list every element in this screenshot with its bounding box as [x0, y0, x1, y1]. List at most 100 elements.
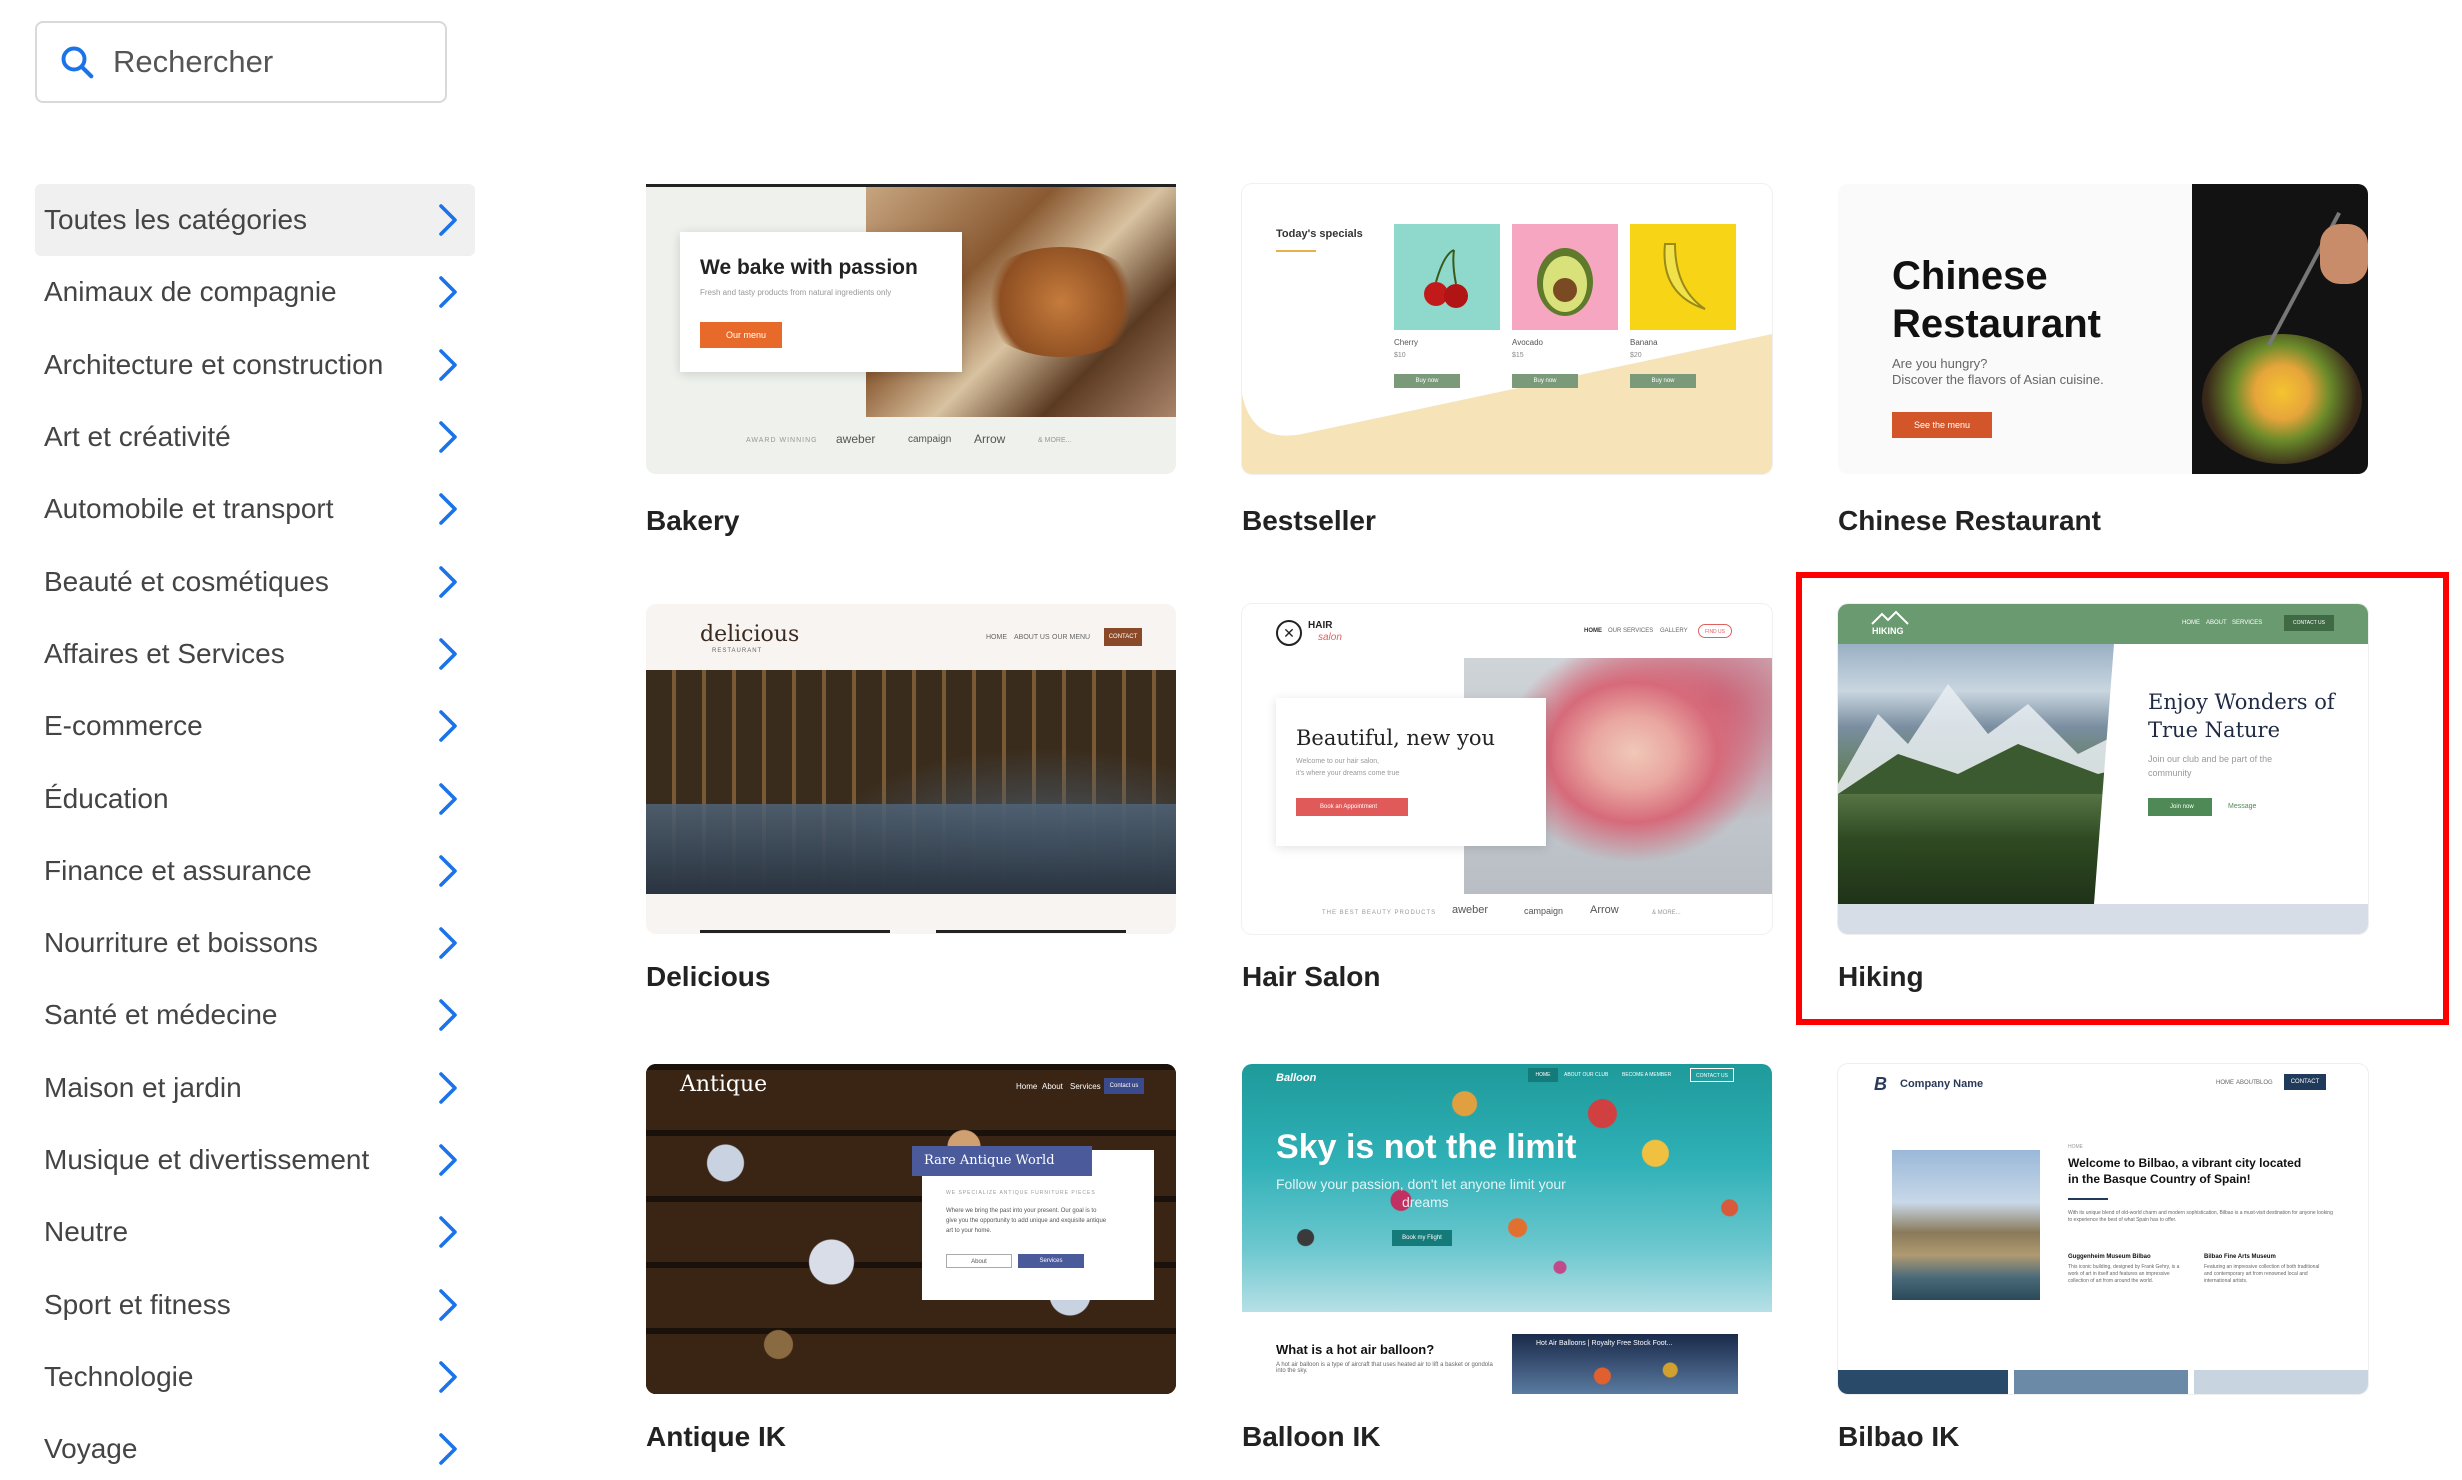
template-thumbnail[interactable]: Antique Home About Services Contact us R…	[646, 1064, 1176, 1394]
category-item-health[interactable]: Santé et médecine	[35, 979, 475, 1051]
nav-item: ABOUT US	[1014, 634, 1050, 641]
template-card-bakery[interactable]: We bake with passion Fresh and tasty pro…	[646, 184, 1176, 544]
hero-subtitle: Fresh and tasty products from natural in…	[700, 288, 892, 297]
category-label: Éducation	[44, 782, 169, 814]
product-banana-image	[1630, 224, 1736, 330]
divider-line	[936, 930, 1126, 933]
category-item-music[interactable]: Musique et divertissement	[35, 1124, 475, 1196]
video-thumbnail: Hot Air Balloons | Royalty Free Stock Fo…	[1512, 1334, 1738, 1394]
template-thumbnail[interactable]: We bake with passion Fresh and tasty pro…	[646, 184, 1176, 474]
product-name: Avocado	[1512, 338, 1543, 347]
category-item-sport[interactable]: Sport et fitness	[35, 1268, 475, 1340]
template-card-delicious[interactable]: delicious RESTAURANT HOME ABOUT US OUR M…	[646, 604, 1176, 1004]
template-thumbnail[interactable]: Today's specials Cherry $10 Buy now Avoc…	[1242, 184, 1772, 474]
heading-underline	[1276, 250, 1316, 252]
template-thumbnail[interactable]: B Company Name HOME ABOUT BLOG CONTACT H…	[1838, 1064, 2368, 1394]
logo-aweber: aweber	[1452, 904, 1489, 916]
search-box[interactable]	[35, 21, 447, 103]
chevron-right-icon	[439, 204, 457, 236]
logo-aweber: aweber	[836, 432, 876, 446]
category-item-travel[interactable]: Voyage	[35, 1413, 475, 1480]
hero-body: With its unique blend of old-world charm…	[2068, 1210, 2333, 1223]
chevron-right-icon	[439, 1144, 457, 1176]
bilbao-photo	[1892, 1150, 2040, 1300]
info-box-text: give you the opportunity to add unique a…	[946, 1218, 1107, 1224]
template-thumbnail[interactable]: ✕ HAIR salon HOME OUR SERVICES GALLERY F…	[1242, 604, 1772, 934]
template-card-hair-salon[interactable]: ✕ HAIR salon HOME OUR SERVICES GALLERY F…	[1242, 604, 1772, 1004]
category-item-finance[interactable]: Finance et assurance	[35, 835, 475, 907]
hero-card: Beautiful, new you Welcome to our hair s…	[1276, 698, 1546, 846]
logo-arrow: Arrow	[1590, 904, 1619, 916]
template-thumbnail[interactable]: Chinese Restaurant Are you hungry? Disco…	[1838, 184, 2368, 474]
category-label: Toutes les catégories	[44, 204, 308, 236]
category-item-technology[interactable]: Technologie	[35, 1341, 475, 1413]
category-sidebar: Toutes les catégories Animaux de compagn…	[35, 184, 475, 1480]
category-item-architecture[interactable]: Architecture et construction	[35, 329, 475, 401]
category-item-art[interactable]: Art et créativité	[35, 401, 475, 473]
hero-button: Book my Flight	[1392, 1230, 1452, 1246]
template-title: Bestseller	[1242, 505, 1376, 536]
info-box-label: WE SPECIALIZE ANTIQUE FURNITURE PIECES	[946, 1190, 1096, 1196]
category-label: Nourriture et boissons	[44, 927, 318, 959]
nav-item: HOME	[1584, 628, 1602, 634]
category-item-neutral[interactable]: Neutre	[35, 1196, 475, 1268]
hero-kicker: HOME	[2068, 1144, 2083, 1150]
category-item-pets[interactable]: Animaux de compagnie	[35, 256, 475, 328]
template-title: Delicious	[646, 961, 771, 992]
product-cherry-image	[1394, 224, 1500, 330]
nav-item: OUR MENU	[1052, 634, 1091, 641]
hero-headline: Beautiful, new you	[1296, 726, 1496, 750]
category-item-education[interactable]: Éducation	[35, 762, 475, 834]
restaurant-photo	[646, 670, 1176, 894]
nav-item: BLOG	[2256, 1080, 2273, 1086]
template-card-bestseller[interactable]: Today's specials Cherry $10 Buy now Avoc…	[1242, 184, 1772, 544]
avocado-icon	[1537, 248, 1593, 316]
product-name: Banana	[1630, 338, 1658, 347]
headline-underline	[2068, 1198, 2108, 1200]
banana-icon	[1663, 243, 1706, 310]
nav-item: OUR SERVICES	[1608, 628, 1654, 634]
hero-headline: in the Basque Country of Spain!	[2068, 1172, 2251, 1186]
template-card-chinese-restaurant[interactable]: Chinese Restaurant Are you hungry? Disco…	[1838, 184, 2368, 544]
template-thumbnail[interactable]: delicious RESTAURANT HOME ABOUT US OUR M…	[646, 604, 1176, 934]
template-thumbnail[interactable]: Balloon HOME ABOUT OUR CLUB BECOME A MEM…	[1242, 1064, 1772, 1394]
chevron-right-icon	[439, 348, 457, 381]
template-card-antique-ik[interactable]: Antique Home About Services Contact us R…	[646, 1064, 1176, 1464]
site-logo-script: salon	[1318, 632, 1342, 643]
category-label: Finance et assurance	[44, 854, 312, 886]
buy-button: Buy now	[1394, 374, 1460, 388]
hero-card: We bake with passion Fresh and tasty pro…	[680, 232, 962, 372]
category-label: Voyage	[44, 1433, 138, 1465]
category-item-home-garden[interactable]: Maison et jardin	[35, 1052, 475, 1124]
chevron-right-icon	[439, 276, 457, 309]
nav-contact-button: Contact us	[1104, 1078, 1144, 1094]
template-title: Bakery	[646, 505, 740, 536]
nav-contact-button: CONTACT US	[1690, 1068, 1734, 1082]
chevron-right-icon	[439, 565, 457, 598]
category-item-automobile[interactable]: Automobile et transport	[35, 473, 475, 545]
category-item-all[interactable]: Toutes les catégories	[35, 184, 475, 257]
template-card-bilbao-ik[interactable]: B Company Name HOME ABOUT BLOG CONTACT H…	[1838, 1064, 2368, 1464]
hero-headline: Restaurant	[1892, 302, 2101, 346]
table-cloth	[646, 804, 1176, 894]
chevron-right-icon	[439, 710, 457, 743]
category-item-beauty[interactable]: Beauté et cosmétiques	[35, 545, 475, 617]
template-card-balloon-ik[interactable]: Balloon HOME ABOUT OUR CLUB BECOME A MEM…	[1242, 1064, 1772, 1464]
nav-find-button: FIND US	[1698, 624, 1732, 638]
category-label: Musique et divertissement	[44, 1144, 370, 1175]
category-label: Neutre	[44, 1216, 129, 1248]
product-price: $15	[1512, 352, 1524, 359]
services-button: Services	[1018, 1254, 1084, 1268]
search-input[interactable]	[113, 44, 433, 80]
nav-item: Home	[1016, 1082, 1038, 1091]
nav-item: HOME	[2216, 1080, 2234, 1086]
chevron-right-icon	[439, 1071, 457, 1104]
divider-line	[700, 930, 890, 933]
award-label: AWARD WINNING	[746, 437, 818, 444]
gallery-strip	[1838, 1370, 2368, 1394]
category-item-food[interactable]: Nourriture et boissons	[35, 907, 475, 979]
category-item-business[interactable]: Affaires et Services	[35, 618, 475, 690]
selection-highlight	[1796, 572, 2449, 1025]
category-item-ecommerce[interactable]: E-commerce	[35, 690, 475, 762]
category-label: Technologie	[44, 1360, 194, 1392]
